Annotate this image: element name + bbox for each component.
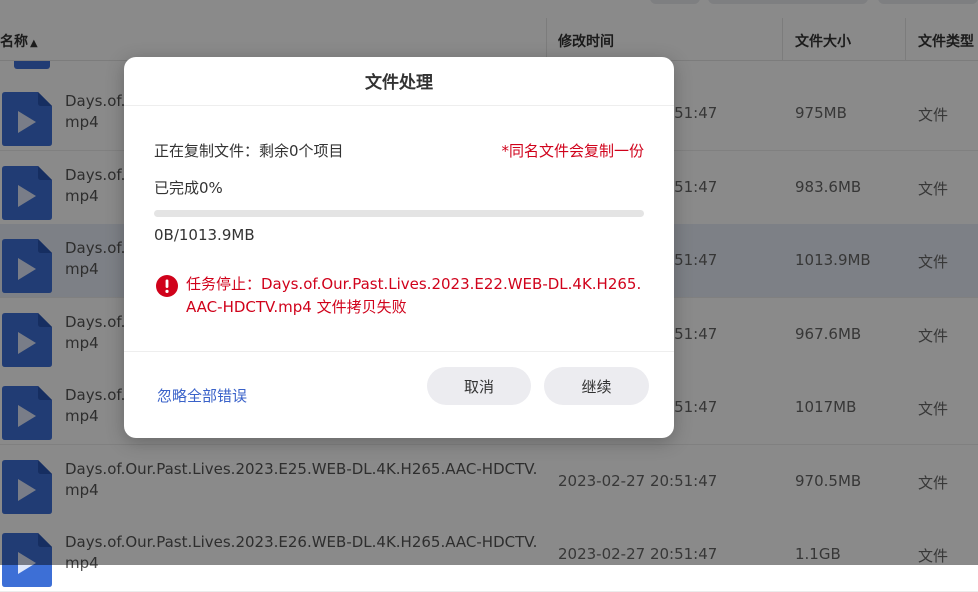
bytes-transferred: 0B/1013.9MB [154, 226, 255, 244]
dialog-title: 文件处理 [124, 57, 674, 106]
error-exclamation-icon [156, 275, 178, 297]
cancel-button[interactable]: 取消 [427, 367, 531, 405]
file-processing-dialog: 文件处理 正在复制文件：剩余0个项目 *同名文件会复制一份 已完成0% 0B/1… [124, 57, 674, 438]
progress-bar [154, 210, 644, 217]
ignore-all-errors-link[interactable]: 忽略全部错误 [157, 385, 247, 406]
error-message: 任务停止：Days.of.Our.Past.Lives.2023.E22.WEB… [186, 275, 642, 316]
continue-button[interactable]: 继续 [544, 367, 649, 405]
footer-divider [124, 351, 674, 352]
duplicate-note: *同名文件会复制一份 [501, 142, 644, 160]
copying-status: 正在复制文件：剩余0个项目 [154, 142, 344, 160]
completed-percent: 已完成0% [154, 179, 223, 197]
